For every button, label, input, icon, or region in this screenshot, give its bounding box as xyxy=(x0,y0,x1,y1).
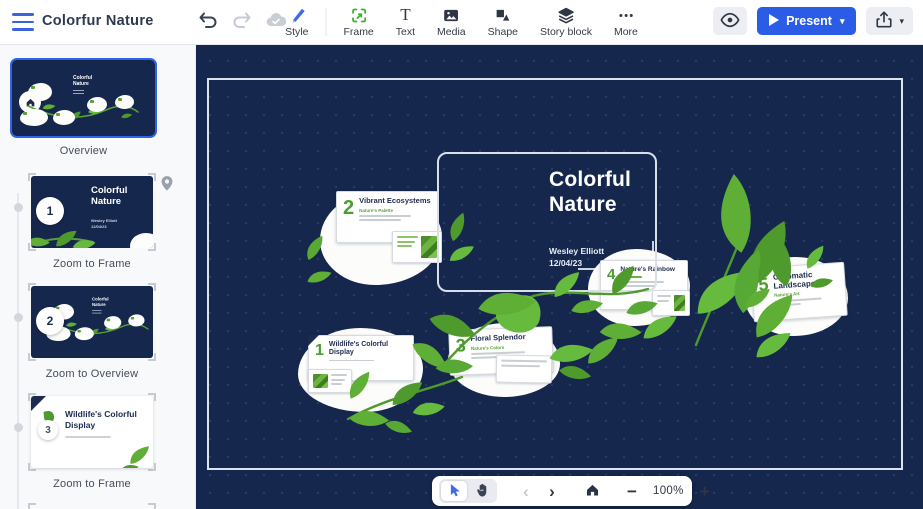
overview-label: Overview xyxy=(10,145,157,157)
home-view-button[interactable] xyxy=(581,480,603,502)
insert-toolbar: Style Frame T Text xyxy=(274,0,649,44)
chevron-down-icon: ▾ xyxy=(899,16,904,27)
next-step-button[interactable]: › xyxy=(541,480,563,502)
path-step-dot xyxy=(14,203,23,212)
step-number: 3 xyxy=(38,420,58,440)
step-3-thumbnail[interactable]: 3 Wildlife's Colorful Display xyxy=(31,396,153,468)
frame-tool[interactable]: Frame xyxy=(332,2,384,42)
title-frame[interactable]: Colorful Nature Wesley Elliott 12/04/23 xyxy=(437,152,657,292)
preview-button[interactable] xyxy=(713,7,747,35)
overview-thumbnail[interactable]: Colorful Nature xyxy=(10,58,157,138)
step-number: 2 xyxy=(36,307,64,335)
sidebar-item-step-3[interactable]: 3 Wildlife's Colorful Display Zoom to Fr… xyxy=(28,393,156,490)
path-step-dot xyxy=(14,313,23,322)
previous-step-button[interactable]: ‹ xyxy=(515,480,537,502)
subframe-card[interactable] xyxy=(392,231,442,263)
subframe-card[interactable] xyxy=(652,290,690,316)
story-block-icon xyxy=(557,6,576,25)
document-title[interactable]: Colorfur Nature xyxy=(42,13,154,29)
style-brush-icon xyxy=(287,6,306,25)
share-button[interactable]: ▾ xyxy=(866,7,913,35)
select-tool-button[interactable] xyxy=(441,481,467,501)
frame-chromatic-landscapes[interactable]: 5 Chromatic Landscapes Nature's Art xyxy=(750,262,848,322)
step-number: 1 xyxy=(36,197,64,225)
more-tool[interactable]: More xyxy=(603,2,649,42)
presentation-date: 12/04/23 xyxy=(549,258,582,268)
subframe-card[interactable] xyxy=(308,369,352,393)
chevron-down-icon: ▾ xyxy=(840,16,845,27)
shape-icon xyxy=(493,6,512,25)
subframe-card[interactable] xyxy=(496,355,552,384)
frame-bracket-icon xyxy=(349,6,368,25)
tool-toggle-group xyxy=(439,479,497,503)
sidebar-item-step-4-partial[interactable] xyxy=(28,503,156,509)
story-block-tool[interactable]: Story block xyxy=(529,2,603,42)
step-1-thumbnail[interactable]: 1 Colorful Nature Wesley Elliott 12/04/2… xyxy=(31,176,153,248)
toolbar-divider xyxy=(325,8,326,36)
style-tool[interactable]: Style xyxy=(274,2,319,42)
menu-icon[interactable] xyxy=(12,13,34,31)
hand-icon xyxy=(475,482,489,501)
shape-tool[interactable]: Shape xyxy=(477,2,529,42)
pan-tool-button[interactable] xyxy=(469,481,495,501)
leaf-decoration xyxy=(120,444,153,468)
presentation-title: Colorful Nature xyxy=(549,168,651,218)
cursor-icon xyxy=(447,482,461,501)
text-tool[interactable]: T Text xyxy=(385,2,426,42)
step-2-thumbnail[interactable]: Colorful Nature 2 xyxy=(31,286,153,358)
path-step-dot xyxy=(14,423,23,432)
pin-icon[interactable] xyxy=(160,175,174,197)
redo-icon[interactable] xyxy=(230,8,254,32)
undo-icon[interactable] xyxy=(196,8,220,32)
sidebar-item-overview[interactable]: Colorful Nature Overview xyxy=(10,58,157,157)
more-dots-icon xyxy=(616,6,635,25)
slides-panel: Colorful Nature Overview 1 xyxy=(0,45,196,509)
path-timeline xyxy=(17,193,19,509)
eye-icon xyxy=(720,12,740,31)
media-tool[interactable]: Media xyxy=(426,2,477,42)
zoom-level: 100% xyxy=(653,485,684,497)
media-image-icon xyxy=(442,6,461,25)
canvas-toolbar: ‹ › − 100% + xyxy=(432,476,692,506)
sidebar-item-step-1[interactable]: 1 Colorful Nature Wesley Elliott 12/04/2… xyxy=(28,173,156,270)
sidebar-item-step-2[interactable]: Colorful Nature 2 Zoom to Overview xyxy=(28,283,156,380)
top-bar: Colorfur Nature Style xyxy=(0,0,923,45)
text-icon: T xyxy=(400,6,410,25)
zoom-in-button[interactable]: + xyxy=(694,480,716,502)
zoom-out-button[interactable]: − xyxy=(621,480,643,502)
share-icon xyxy=(875,10,893,32)
play-icon xyxy=(769,14,779,29)
home-icon xyxy=(585,483,600,500)
canvas[interactable]: 1 Wildlife's Colorful Display 2 Vibrant … xyxy=(196,45,923,509)
topbar-right-group: Present ▾ ▾ xyxy=(713,7,913,35)
present-button[interactable]: Present ▾ xyxy=(757,7,856,35)
presentation-author: Wesley Elliott xyxy=(549,246,604,256)
